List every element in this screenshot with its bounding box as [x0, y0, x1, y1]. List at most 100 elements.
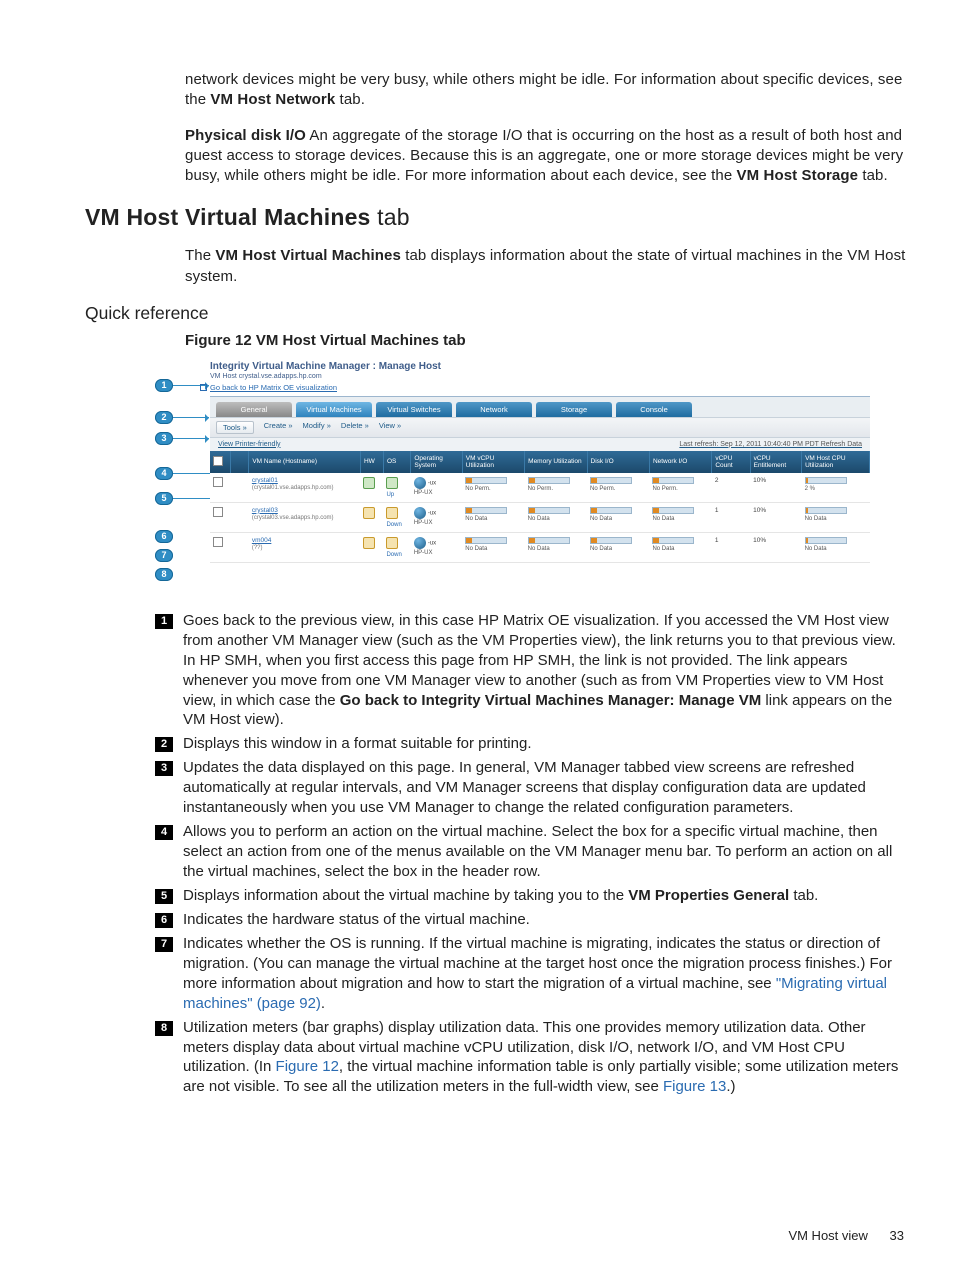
row-icon [230, 532, 249, 562]
vcpu-util-cell: No Data [462, 502, 524, 532]
tab-storage[interactable]: Storage [536, 402, 612, 417]
menu-modify[interactable]: Modify » [303, 421, 331, 434]
link-figure-12[interactable]: Figure 12 [276, 1058, 339, 1075]
t: tab [371, 204, 410, 230]
num-badge: 3 [155, 761, 173, 776]
tab-general[interactable]: General [216, 402, 292, 417]
hw-cell [360, 473, 383, 503]
list-item: 3 Updates the data displayed on this page… [85, 758, 909, 818]
callout-5: 5 [155, 492, 173, 505]
t: . [321, 995, 325, 1012]
table-row: vm004(??)Down-uxHP-UXNo DataNo DataNo Da… [210, 532, 870, 562]
vm-table-body: crystal01(crystal01.vse.adapps.hp.com) Up… [210, 473, 870, 563]
t: tab. [335, 91, 365, 108]
callout-2: 2 [155, 411, 173, 424]
num-badge: 6 [155, 913, 173, 928]
table-row: crystal03(crystal03.vse.adapps.hp.com) Do… [210, 502, 870, 532]
t: Displays this window in a format suitabl… [183, 734, 909, 754]
hostcpu-cell: 2 % [802, 473, 870, 503]
vcpu-count-cell: 2 [712, 473, 750, 503]
os-cell: Up [383, 473, 410, 503]
figure-caption: Figure 12 VM Host Virtual Machines tab [185, 332, 909, 349]
vm-name-cell[interactable]: crystal01(crystal01.vse.adapps.hp.com) [249, 473, 361, 503]
tab-virtual-switches[interactable]: Virtual Switches [376, 402, 452, 417]
last-refresh: Last refresh: Sep 12, 2011 10:40:40 PM P… [679, 441, 862, 448]
vm-manager-window: Integrity Virtual Machine Manager : Mana… [210, 359, 870, 593]
table-row: crystal01(crystal01.vse.adapps.hp.com) Up… [210, 473, 870, 503]
num-badge: 4 [155, 825, 173, 840]
row-select[interactable] [210, 502, 230, 532]
footer-label: VM Host view [788, 1228, 867, 1243]
list-item: 4Allows you to perform an action on the … [85, 822, 909, 882]
os-cell: Down [383, 502, 410, 532]
vm-name-cell[interactable]: vm004(??) [249, 532, 361, 562]
col-select[interactable] [210, 451, 230, 473]
quick-reference-title: Quick reference [85, 303, 909, 324]
list-item: 1 Goes back to the previous view, in thi… [85, 611, 909, 731]
hw-status-icon [363, 537, 375, 549]
t: tab. [789, 887, 818, 904]
refresh-row: View Printer-friendly Last refresh: Sep … [210, 438, 870, 451]
disk-io-cell: No Data [587, 502, 649, 532]
vm-table: VM Name (Hostname) HW OS Operating Syste… [210, 451, 870, 563]
list-item: 5 Displays information about the virtual… [85, 886, 909, 906]
go-back-link[interactable]: Go back to HP Matrix OE visualization [210, 381, 870, 397]
page-footer: VM Host view 33 [788, 1228, 904, 1243]
vm-name-cell[interactable]: crystal03(crystal03.vse.adapps.hp.com) [249, 502, 361, 532]
net-io-cell: No Data [649, 502, 711, 532]
callout-4: 4 [155, 467, 173, 480]
row-select[interactable] [210, 473, 230, 503]
disk-io-cell: No Perm. [587, 473, 649, 503]
num-badge: 1 [155, 614, 173, 629]
col-osname: Operating System [411, 451, 462, 473]
nav-tabs: General Virtual Machines Virtual Switche… [210, 397, 870, 417]
os-status-icon [386, 537, 398, 549]
callout-1: 1 [155, 379, 173, 392]
table-header-row: VM Name (Hostname) HW OS Operating Syste… [210, 451, 870, 473]
net-io-cell: No Perm. [649, 473, 711, 503]
menu-view[interactable]: View » [379, 421, 401, 434]
mem-util-cell: No Data [525, 502, 587, 532]
tab-network[interactable]: Network [456, 402, 532, 417]
os-cell: Down [383, 532, 410, 562]
os-logo-icon [414, 537, 426, 549]
section-title: VM Host Virtual Machines tab [85, 204, 909, 231]
os-logo-icon [414, 507, 426, 519]
row-select[interactable] [210, 532, 230, 562]
list-item: 8 Utilization meters (bar graphs) displa… [85, 1018, 909, 1098]
hostcpu-cell: No Data [802, 502, 870, 532]
tools-button[interactable]: Tools » [216, 421, 254, 434]
view-printer-friendly-link[interactable]: View Printer-friendly [218, 441, 281, 448]
num-badge: 8 [155, 1021, 173, 1036]
t: VM Host Virtual Machines [215, 247, 401, 264]
list-item: 2Displays this window in a format suitab… [85, 734, 909, 754]
t: .) [726, 1078, 735, 1095]
callout-column: 1 2 3 4 5 6 7 8 [155, 359, 185, 593]
vcpu-ent-cell: 10% [750, 502, 801, 532]
hw-status-icon [363, 477, 375, 489]
num-badge: 5 [155, 889, 173, 904]
hostcpu-cell: No Data [802, 532, 870, 562]
tab-console[interactable]: Console [616, 402, 692, 417]
hw-cell [360, 532, 383, 562]
menu-create[interactable]: Create » [264, 421, 293, 434]
t: Displays information about the virtual m… [183, 887, 628, 904]
menu-delete[interactable]: Delete » [341, 421, 369, 434]
host-subtitle: VM Host crystal.vse.adapps.hp.com [210, 372, 870, 381]
row-icon [230, 473, 249, 503]
osname-cell: -uxHP-UX [411, 532, 462, 562]
osname-cell: -uxHP-UX [411, 473, 462, 503]
section-lead: The VM Host Virtual Machines tab display… [185, 246, 909, 287]
callout-8: 8 [155, 568, 173, 581]
list-item: 7 Indicates whether the OS is running. I… [85, 934, 909, 1014]
osname-cell: -uxHP-UX [411, 502, 462, 532]
t: Updates the data displayed on this page.… [183, 758, 909, 818]
mem-util-cell: No Data [525, 532, 587, 562]
t: Physical disk I/O [185, 127, 306, 144]
toolbar: Tools » Create » Modify » Delete » View … [210, 417, 870, 438]
col-hw: HW [360, 451, 383, 473]
tab-virtual-machines[interactable]: Virtual Machines [296, 402, 372, 417]
window-title: Integrity Virtual Machine Manager : Mana… [210, 359, 870, 372]
link-figure-13[interactable]: Figure 13 [663, 1078, 726, 1095]
para-physical-disk: Physical disk I/O An aggregate of the st… [185, 126, 909, 187]
